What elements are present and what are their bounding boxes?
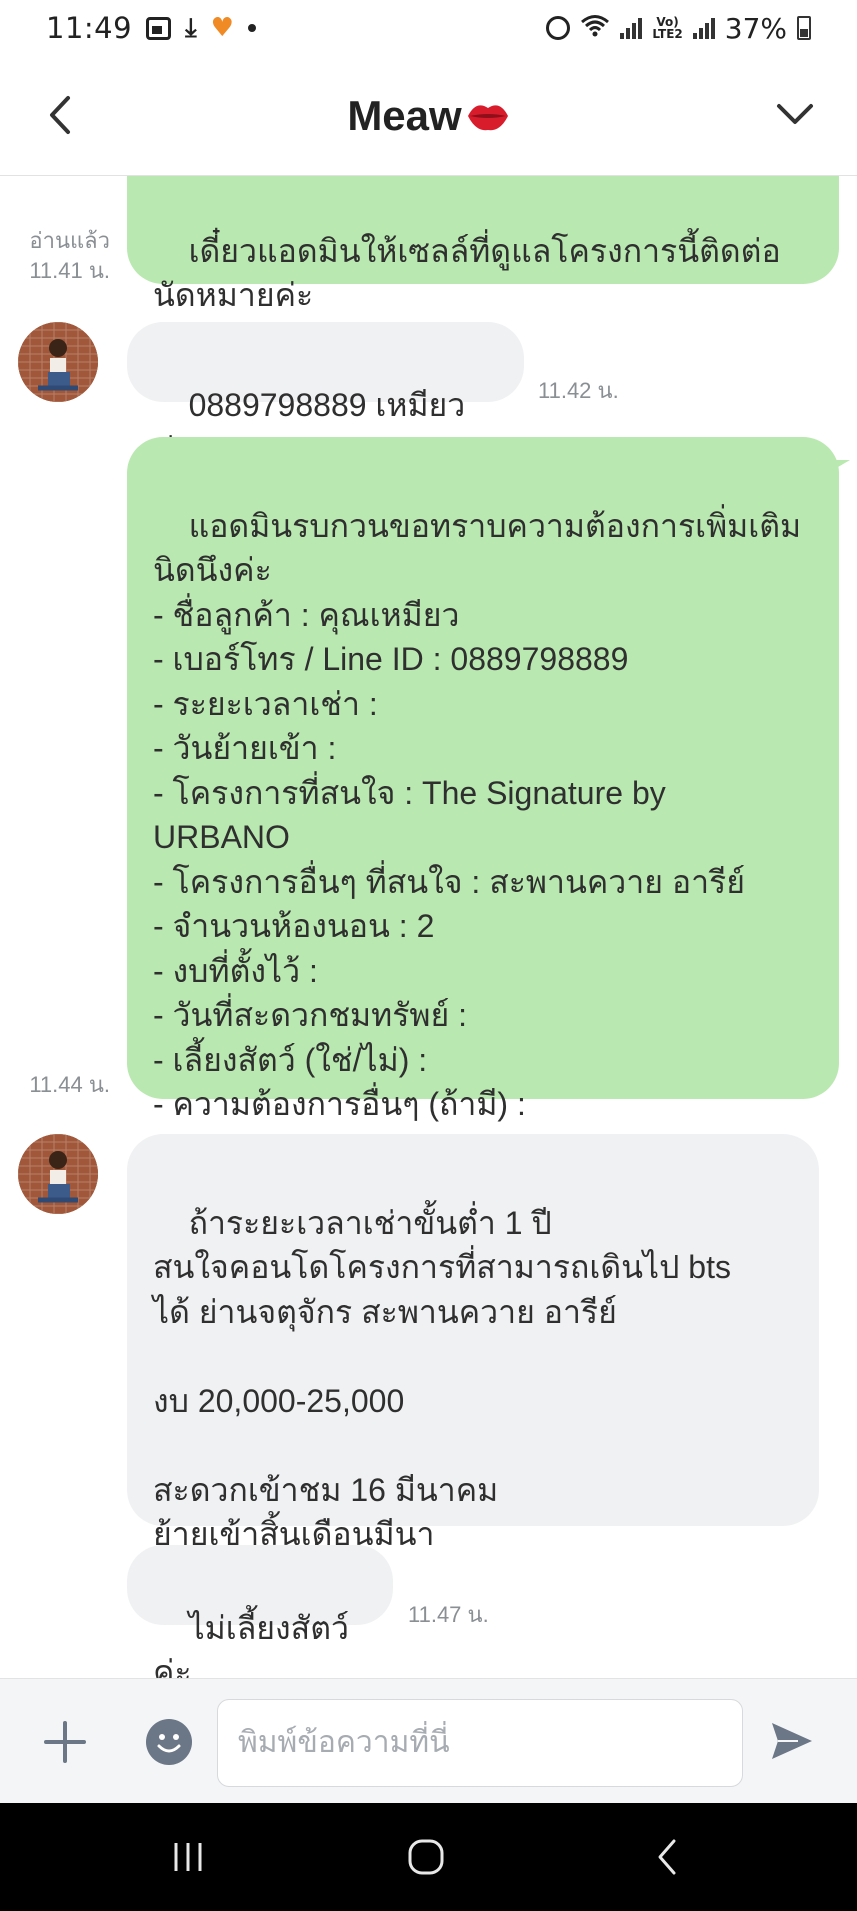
home-icon [408, 1839, 444, 1875]
signal-strength-icon-2 [692, 17, 715, 39]
alarm-icon [546, 16, 571, 40]
home-button[interactable] [406, 1837, 446, 1877]
plus-icon [44, 1721, 86, 1763]
incoming-message-bubble[interactable]: 0889798889 เหมียวค่ะ [127, 322, 524, 467]
download-notification-icon: ⤓ [185, 12, 197, 43]
add-attachment-button[interactable] [42, 1719, 88, 1765]
back-arrow-icon [658, 1839, 676, 1875]
recent-apps-button[interactable] [168, 1837, 208, 1877]
battery-icon [797, 16, 811, 40]
system-navigation-bar [0, 1803, 857, 1911]
message-text: แอดมินรบกวนขอทราบความต้องการเพิ่มเติม นิ… [153, 507, 802, 1123]
chat-header: Meaw [0, 56, 857, 176]
bubble-tail [826, 460, 850, 474]
outgoing-message-bubble[interactable]: เดี๋ยวแอดมินให้เซลล์ที่ดูแลโครงการนี้ติด… [127, 176, 839, 313]
message-input[interactable] [217, 1699, 743, 1787]
message-time: 11.44 น. [29, 1072, 110, 1097]
message-time: 11.41 น. [29, 258, 110, 283]
chat-messages-area[interactable]: เดี๋ยวแอดมินให้เซลล์ที่ดูแลโครงการนี้ติด… [0, 176, 857, 1678]
message-text: เดี๋ยวแอดมินให้เซลล์ที่ดูแลโครงการนี้ติด… [153, 232, 781, 314]
more-notifications-dot-icon [247, 24, 256, 32]
chevron-down-icon [777, 104, 813, 124]
send-icon [772, 1723, 812, 1759]
status-bar: 11:49 ⤓ ♥ Vo) LTE2 37% [0, 0, 857, 56]
chat-menu-toggle-button[interactable] [773, 92, 817, 136]
recent-apps-icon [174, 1843, 202, 1871]
app-notification-icon: ♥ [210, 13, 234, 43]
status-time: 11:49 [46, 11, 133, 45]
battery-percent: 37% [724, 11, 787, 45]
message-text: ถ้าระยะเวลาเช่าขั้นต่ำ 1 ปี สนใจคอนโดโคร… [153, 1204, 731, 1553]
volte-indicator: Vo) LTE2 [652, 16, 682, 40]
read-receipt: อ่านแล้ว [29, 228, 110, 253]
gallery-notification-icon [146, 16, 172, 40]
wifi-icon [580, 13, 610, 43]
incoming-message-bubble[interactable]: ไม่เลี้ยงสัตว์ค่ะ [127, 1545, 393, 1678]
message-text: ไม่เลี้ยงสัตว์ค่ะ [153, 1609, 349, 1679]
lips-icon [466, 96, 510, 136]
contact-avatar[interactable] [18, 1134, 98, 1214]
message-input-bar [0, 1678, 857, 1803]
back-button[interactable] [40, 90, 80, 140]
volte-line-2: LTE2 [652, 27, 683, 41]
signal-strength-icon [620, 17, 643, 39]
outgoing-message-bubble[interactable]: แอดมินรบกวนขอทราบความต้องการเพิ่มเติม นิ… [127, 437, 839, 1122]
chat-title: Meaw [347, 91, 462, 139]
message-time: 11.42 น. [538, 378, 619, 403]
chat-title-wrap[interactable]: Meaw [347, 92, 509, 140]
message-time: 11.47 น. [408, 1602, 489, 1627]
system-back-button[interactable] [650, 1837, 686, 1877]
emoji-button[interactable] [146, 1719, 192, 1765]
smiley-icon [157, 1734, 181, 1753]
send-button[interactable] [768, 1719, 816, 1763]
contact-avatar[interactable] [18, 322, 98, 402]
incoming-message-bubble[interactable]: ถ้าระยะเวลาเช่าขั้นต่ำ 1 ปี สนใจคอนโดโคร… [127, 1134, 819, 1552]
chevron-left-icon [50, 96, 70, 134]
message-meta: อ่านแล้ว 11.41 น. [14, 226, 110, 286]
